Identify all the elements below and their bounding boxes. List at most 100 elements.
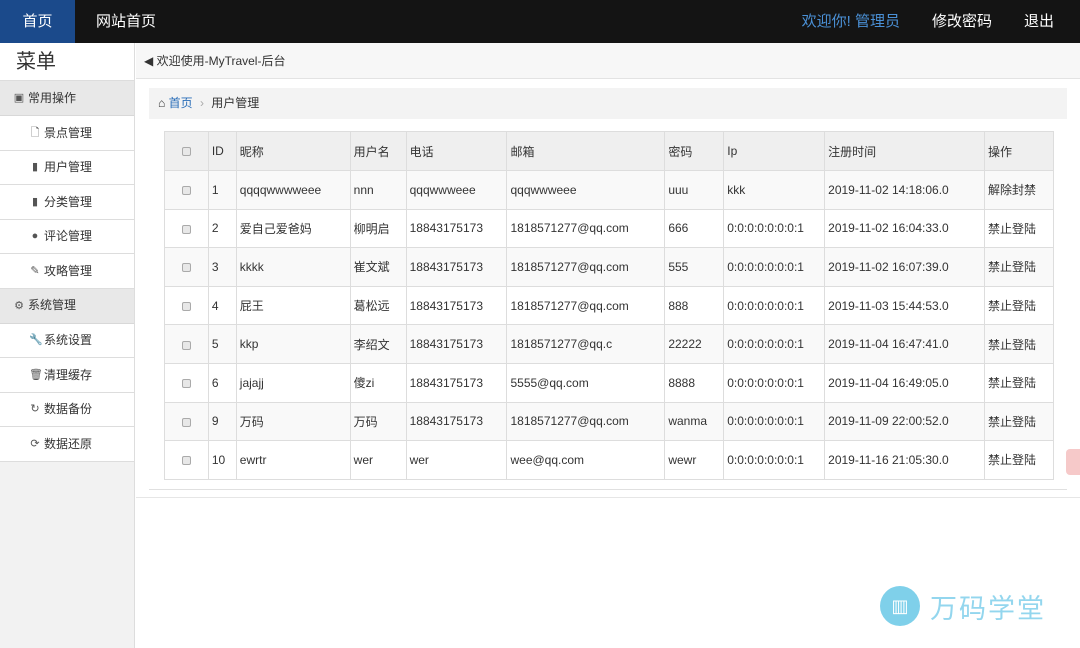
row-checkbox[interactable] xyxy=(181,301,191,311)
row-checkbox[interactable] xyxy=(181,263,191,273)
cell-nick: 万码 xyxy=(235,401,351,442)
sidebar-group-label: 系统管理 xyxy=(28,298,77,312)
sidebar-item-clear-cache[interactable]: 🗑 清理缓存 xyxy=(0,358,134,393)
cell-email: 1818571277@qq.c xyxy=(506,324,666,364)
row-checkbox-cell[interactable] xyxy=(164,324,209,364)
bottom-divider xyxy=(136,497,1080,498)
row-checkbox[interactable] xyxy=(181,186,191,196)
cell-ip: 0:0:0:0:0:0:0:1 xyxy=(723,362,826,403)
sidebar-item-label: 系统设置 xyxy=(44,333,93,348)
row-action-link[interactable]: 禁止登陆 xyxy=(984,362,1054,403)
cell-pwd: wanma xyxy=(664,401,725,442)
cell-phone: 18843175173 xyxy=(405,401,508,442)
cell-time: 2019-11-04 16:47:41.0 xyxy=(824,324,985,364)
breadcrumb-home-link[interactable]: 首页 xyxy=(169,96,193,110)
watermark-logo-icon: ▥ xyxy=(880,586,920,626)
row-checkbox[interactable] xyxy=(181,456,191,466)
row-checkbox[interactable] xyxy=(181,224,191,234)
row-checkbox-cell[interactable] xyxy=(164,247,209,287)
row-checkbox-cell[interactable] xyxy=(164,440,209,480)
nav-left: 首页 网站首页 xyxy=(0,0,156,43)
cell-id: 3 xyxy=(207,247,237,287)
row-action-link[interactable]: 禁止登陆 xyxy=(984,285,1054,326)
table-body: 1 qqqqwwwweee nnn qqqwwweee qqqwwweee uuu kkk 2… xyxy=(164,170,1054,480)
sidebar-item-guides[interactable]: ✎ 攻略管理 xyxy=(0,254,134,289)
row-action-link[interactable]: 禁止登陆 xyxy=(984,401,1054,442)
cell-phone: wer xyxy=(405,440,508,480)
cell-id: 6 xyxy=(207,362,237,403)
sidebar-item-category[interactable]: ▮ 分类管理 xyxy=(0,185,134,220)
cell-pwd: wewr xyxy=(664,440,725,480)
cell-ip: 0:0:0:0:0:0:0:1 xyxy=(723,324,826,364)
users-table: ID 昵称 用户名 电话 邮箱 密码 Ip 注册时间 操作 1 qqqqwwwwe… xyxy=(164,131,1054,480)
cell-email: 5555@qq.com xyxy=(506,362,666,403)
breadcrumb: ⌂ 首页 › 用户管理 xyxy=(149,88,1067,119)
cell-time: 2019-11-02 16:07:39.0 xyxy=(824,247,985,287)
cell-id: 9 xyxy=(207,401,237,442)
sidebar-item-scenic[interactable]: 🗋 景点管理 xyxy=(0,116,134,151)
row-action-link[interactable]: 禁止登陆 xyxy=(984,324,1054,364)
nav-right: 欢迎你! 管理员 修改密码 退出 xyxy=(802,0,1080,43)
volume-icon: ◀ xyxy=(144,54,154,68)
cell-user: 万码 xyxy=(349,401,407,442)
welcome-admin-link[interactable]: 欢迎你! 管理员 xyxy=(802,0,900,43)
row-checkbox-cell[interactable] xyxy=(164,170,209,210)
breadcrumb-current: 用户管理 xyxy=(211,96,260,110)
sidebar-item-comments[interactable]: ● 评论管理 xyxy=(0,219,134,254)
cell-phone: 18843175173 xyxy=(405,208,508,249)
change-password-link[interactable]: 修改密码 xyxy=(932,0,992,43)
sidebar-item-backup[interactable]: ↻ 数据备份 xyxy=(0,392,134,427)
sync-icon: ⟳ xyxy=(30,437,40,450)
book-icon: ▣ xyxy=(13,92,25,104)
cell-email: 1818571277@qq.com xyxy=(506,401,666,442)
row-checkbox[interactable] xyxy=(181,340,191,350)
row-action-link[interactable]: 禁止登陆 xyxy=(984,247,1054,287)
sidebar-group-common[interactable]: ▣ 常用操作 xyxy=(0,81,134,116)
cell-time: 2019-11-16 21:05:30.0 xyxy=(824,440,985,480)
row-action-link[interactable]: 解除封禁 xyxy=(984,170,1054,210)
row-checkbox-cell[interactable] xyxy=(164,401,209,442)
trash-icon: 🗑 xyxy=(29,368,43,381)
pin-icon: ✎ xyxy=(30,264,40,277)
cell-nick: 屁王 xyxy=(235,285,351,326)
row-action-link[interactable]: 禁止登陆 xyxy=(984,440,1054,480)
column-header: ID xyxy=(207,131,237,171)
nav-home-tab[interactable]: 首页 xyxy=(0,0,75,43)
column-header: 邮箱 xyxy=(506,131,666,171)
cell-email: 1818571277@qq.com xyxy=(506,285,666,326)
cell-user: 柳明启 xyxy=(349,208,407,249)
cell-ip: 0:0:0:0:0:0:0:1 xyxy=(723,401,826,442)
sidebar-item-restore[interactable]: ⟳ 数据还原 xyxy=(0,427,134,462)
sidebar-item-label: 清理缓存 xyxy=(44,367,93,382)
column-header: 电话 xyxy=(405,131,508,171)
cell-phone: 18843175173 xyxy=(405,247,508,287)
sidebar-item-label: 数据还原 xyxy=(44,436,93,451)
cell-nick: kkp xyxy=(235,324,351,364)
row-checkbox[interactable] xyxy=(181,379,191,389)
nav-site-home-link[interactable]: 网站首页 xyxy=(75,0,156,43)
cell-id: 2 xyxy=(207,208,237,249)
cell-id: 4 xyxy=(207,285,237,326)
sidebar-item-label: 攻略管理 xyxy=(44,263,93,278)
logout-link[interactable]: 退出 xyxy=(1024,0,1054,43)
row-checkbox-cell[interactable] xyxy=(164,362,209,403)
bars-icon: ▮ xyxy=(31,161,39,174)
table-header-row: ID 昵称 用户名 电话 邮箱 密码 Ip 注册时间 操作 xyxy=(164,131,1054,171)
checkbox-box[interactable] xyxy=(181,147,191,157)
sidebar-item-users[interactable]: ▮ 用户管理 xyxy=(0,150,134,185)
column-header: 昵称 xyxy=(235,131,351,171)
row-action-link[interactable]: 禁止登陆 xyxy=(984,208,1054,249)
cell-pwd: 8888 xyxy=(664,362,725,403)
table-row: 6 jajajj 傻zi 18843175173 5555@qq.com 8888 0:0:… xyxy=(164,362,1054,403)
cell-ip: 0:0:0:0:0:0:0:1 xyxy=(723,208,826,249)
refresh-icon: ↻ xyxy=(30,403,40,416)
row-checkbox[interactable] xyxy=(181,417,191,427)
sidebar-group-system[interactable]: ⚙ 系统管理 xyxy=(0,288,134,324)
bars-icon: ▮ xyxy=(31,195,39,208)
row-checkbox-cell[interactable] xyxy=(164,285,209,326)
cell-id: 5 xyxy=(207,324,237,364)
sidebar-item-settings[interactable]: 🔧 系统设置 xyxy=(0,323,134,358)
select-all-checkbox[interactable] xyxy=(164,131,209,171)
table-row: 2 爱自己爱爸妈 柳明启 18843175173 1818571277@qq.com 66… xyxy=(164,208,1054,249)
row-checkbox-cell[interactable] xyxy=(164,208,209,249)
